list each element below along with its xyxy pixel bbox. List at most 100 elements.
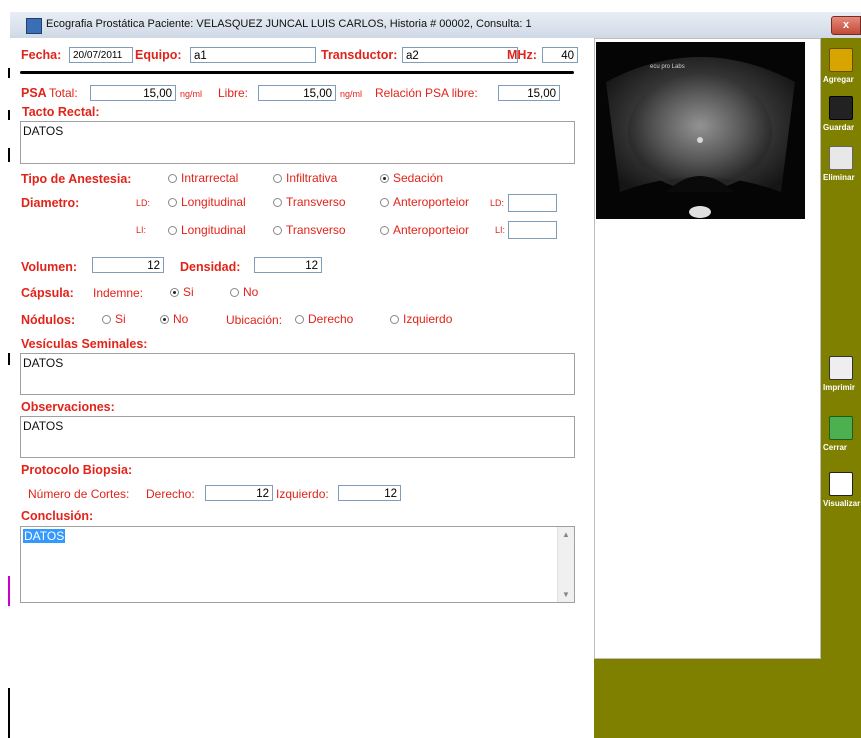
door-icon	[829, 416, 853, 440]
radio-selected-icon	[170, 288, 179, 298]
diametro-label: Diametro:	[21, 196, 80, 210]
radio-icon	[102, 315, 111, 325]
radio-icon	[380, 198, 389, 208]
vesiculas-label: Vesículas Seminales:	[21, 337, 148, 351]
equipo-label: Equipo:	[135, 48, 182, 62]
add-icon	[829, 48, 853, 72]
cortes-derecho-label: Derecho:	[146, 487, 195, 501]
radio-selected-icon	[160, 315, 169, 325]
psa-relacion-field[interactable]: 15,00	[498, 85, 560, 101]
edge-mark	[8, 68, 10, 78]
indemne-label: Indemne:	[93, 286, 144, 300]
cortes-derecho-field[interactable]: 12	[205, 485, 273, 501]
capsula-si-radio[interactable]: Si	[170, 285, 194, 299]
edge-mark	[8, 688, 10, 738]
imprimir-button[interactable]: Imprimir	[821, 356, 861, 392]
observaciones-textarea[interactable]: DATOS	[20, 416, 575, 458]
conclusion-label: Conclusión:	[21, 509, 94, 523]
radio-icon	[390, 315, 399, 325]
radio-icon	[273, 226, 282, 236]
anestesia-intrarrectal-radio[interactable]: Intrarrectal	[168, 171, 238, 185]
eraser-icon	[829, 146, 853, 170]
visualizar-button[interactable]: Visualizar	[821, 472, 861, 508]
transductor-label: Transductor:	[321, 48, 398, 62]
ubicacion-izquierdo-radio[interactable]: Izquierdo	[390, 312, 452, 326]
agregar-button[interactable]: Agregar	[821, 48, 861, 84]
cortes-izquierdo-field[interactable]: 12	[338, 485, 401, 501]
ubicacion-derecho-radio[interactable]: Derecho	[295, 312, 353, 326]
left-edge	[0, 38, 19, 738]
document-icon	[829, 472, 853, 496]
li-box-label: LI:	[495, 225, 506, 235]
conclusion-scrollbar[interactable]: ▲ ▼	[557, 527, 574, 602]
nodulos-label: Nódulos:	[21, 313, 76, 327]
eliminar-button[interactable]: Eliminar	[821, 146, 861, 182]
fecha-label: Fecha:	[21, 48, 62, 62]
biopsia-label: Protocolo Biopsia:	[21, 463, 133, 477]
scroll-down-icon[interactable]: ▼	[562, 590, 570, 599]
anestesia-sedacion-radio[interactable]: Sedación	[380, 171, 443, 185]
mhz-field[interactable]: 40	[542, 47, 578, 63]
observaciones-label: Observaciones:	[21, 400, 115, 414]
close-button[interactable]: x	[831, 16, 861, 35]
nodulos-si-radio[interactable]: Si	[102, 312, 126, 326]
ld-anteroporteior-radio[interactable]: Anteroporteior	[380, 195, 469, 209]
edge-mark	[8, 353, 10, 365]
radio-icon	[168, 226, 177, 236]
action-toolbar: Agregar Guardar Eliminar Imprimir Cerrar…	[821, 38, 861, 738]
guardar-button[interactable]: Guardar	[821, 96, 861, 132]
anestesia-infiltrativa-radio[interactable]: Infiltrativa	[273, 171, 337, 185]
anestesia-label: Tipo de Anestesia:	[21, 172, 132, 186]
li-longitudinal-radio[interactable]: Longitudinal	[168, 223, 246, 237]
radio-icon	[168, 198, 177, 208]
transductor-field[interactable]: a2	[402, 47, 518, 63]
ultrasound-image: ecu pro Labs	[596, 42, 805, 219]
ld-box-label: LD:	[490, 198, 505, 208]
li-transverso-radio[interactable]: Transverso	[273, 223, 346, 237]
save-icon	[829, 96, 853, 120]
psa-libre-field[interactable]: 15,00	[258, 85, 336, 101]
radio-icon	[380, 226, 389, 236]
mhz-label: MHz:	[507, 48, 537, 62]
diametro-li-label: LI:	[136, 225, 147, 235]
psa-unit: ng/ml	[340, 89, 363, 99]
equipo-field[interactable]: a1	[190, 47, 316, 63]
conclusion-textarea[interactable]: DATOS ▲ ▼	[20, 526, 575, 603]
edge-mark	[8, 110, 10, 120]
cerrar-button[interactable]: Cerrar	[821, 416, 861, 452]
tacto-textarea[interactable]: DATOS	[20, 121, 575, 164]
scroll-up-icon[interactable]: ▲	[562, 530, 570, 539]
densidad-label: Densidad:	[180, 260, 241, 274]
volumen-label: Volumen:	[21, 260, 78, 274]
edge-mark	[8, 148, 10, 162]
psa-unit: ng/ml	[180, 89, 203, 99]
psa-total-field[interactable]: 15,00	[90, 85, 176, 101]
radio-selected-icon	[380, 174, 389, 184]
psa-total-label: Total:	[49, 86, 78, 100]
image-panel: ecu pro Labs	[594, 38, 821, 659]
capsula-no-radio[interactable]: No	[230, 285, 258, 299]
nodulos-no-radio[interactable]: No	[160, 312, 188, 326]
conclusion-text: DATOS	[23, 529, 66, 543]
ld-transverso-radio[interactable]: Transverso	[273, 195, 346, 209]
cortes-izquierdo-label: Izquierdo:	[276, 487, 329, 501]
li-anteroporteior-radio[interactable]: Anteroporteior	[380, 223, 469, 237]
psa-libre-label: Libre:	[218, 86, 249, 100]
vesiculas-textarea[interactable]: DATOS	[20, 353, 575, 395]
fecha-field[interactable]: 20/07/2011	[69, 47, 133, 63]
psa-relacion-label: Relación PSA libre:	[375, 86, 478, 100]
tacto-label: Tacto Rectal:	[22, 105, 100, 119]
psa-label: PSA	[21, 86, 47, 100]
volumen-field[interactable]: 12	[92, 257, 164, 273]
capsula-label: Cápsula:	[21, 286, 74, 300]
ld-longitudinal-radio[interactable]: Longitudinal	[168, 195, 246, 209]
densidad-field[interactable]: 12	[254, 257, 322, 273]
app-icon	[26, 18, 42, 34]
li-field[interactable]	[508, 221, 557, 239]
radio-icon	[295, 315, 304, 325]
ld-field[interactable]	[508, 194, 557, 212]
printer-icon	[829, 356, 853, 380]
form-panel: Fecha: 20/07/2011 Equipo: a1 Transductor…	[18, 38, 594, 738]
cortes-label: Número de Cortes:	[28, 487, 130, 501]
radio-icon	[273, 198, 282, 208]
